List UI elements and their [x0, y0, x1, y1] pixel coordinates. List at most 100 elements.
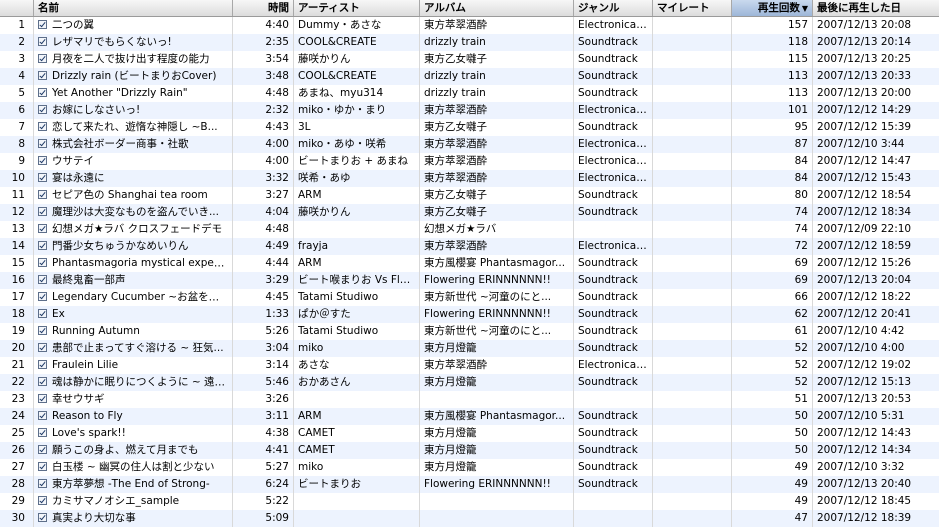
table-row[interactable]: 3 月夜を二人で抜け出す程度の能力 3:54 藤咲かりん 東方乙女囃子 Soundtrac… [0, 51, 939, 68]
column-header-artist[interactable]: アーティスト [294, 0, 420, 16]
track-rating[interactable] [653, 187, 732, 204]
table-row[interactable]: 19 Running Autumn 5:26 Tatami Studiwo 東方新世代 … [0, 323, 939, 340]
checkbox-icon[interactable] [38, 139, 47, 148]
checkbox-icon[interactable] [38, 275, 47, 284]
track-rating[interactable] [653, 476, 732, 493]
track-rating[interactable] [653, 170, 732, 187]
table-row[interactable]: 26 願うこの身よ、燃えて月までも 4:41 CAMET 東方月燈籠 Soundtrack… [0, 442, 939, 459]
track-rating[interactable] [653, 289, 732, 306]
table-row[interactable]: 28 東方萃夢想 -The End of Strong- 6:24 ビートまりお Flo… [0, 476, 939, 493]
checkbox-icon[interactable] [38, 479, 47, 488]
checkbox-icon[interactable] [38, 156, 47, 165]
checkbox-icon[interactable] [38, 496, 47, 505]
track-rating[interactable] [653, 425, 732, 442]
checkbox-icon[interactable] [38, 54, 47, 63]
track-rating[interactable] [653, 238, 732, 255]
checkbox-icon[interactable] [38, 394, 47, 403]
checkbox-icon[interactable] [38, 428, 47, 437]
checkbox-icon[interactable] [38, 20, 47, 29]
track-rating[interactable] [653, 204, 732, 221]
track-rating[interactable] [653, 357, 732, 374]
checkbox-icon[interactable] [38, 326, 47, 335]
table-row[interactable]: 15 Phantasmagoria mystical expectat... 4:4… [0, 255, 939, 272]
checkbox-icon[interactable] [38, 207, 47, 216]
table-row[interactable]: 14 門番少女ちゅうかなめいりん 4:49 frayja 東方萃翠酒酔 Electroni… [0, 238, 939, 255]
table-row[interactable]: 7 恋して来たれ、遊惰な神隠し ~B... 4:43 3L 東方乙女囃子 Soundtra… [0, 119, 939, 136]
track-rating[interactable] [653, 68, 732, 85]
column-header-number[interactable] [0, 0, 34, 16]
column-header-rating[interactable]: マイレート [653, 0, 732, 16]
checkbox-icon[interactable] [38, 292, 47, 301]
table-row[interactable]: 8 株式会社ボーダー商事・社歌 4:00 miko・あゆ・咲希 東方萃翠酒酔 Electr… [0, 136, 939, 153]
table-row[interactable]: 13 幻想メガ★ラバ クロスフェードデモ 4:48 幻想メガ★ラバ 74 2007/12/… [0, 221, 939, 238]
table-row[interactable]: 23 幸せウサギ 3:26 51 2007/12/13 20:53 [0, 391, 939, 408]
table-row[interactable]: 9 ウサテイ 4:00 ビートまりお + あまね 東方萃翠酒酔 Electronica/.… [0, 153, 939, 170]
track-rating[interactable] [653, 374, 732, 391]
track-rating[interactable] [653, 306, 732, 323]
track-rating[interactable] [653, 442, 732, 459]
table-row[interactable]: 30 真実より大切な事 5:09 47 2007/12/12 18:39 [0, 510, 939, 527]
checkbox-icon[interactable] [38, 37, 47, 46]
checkbox-icon[interactable] [38, 71, 47, 80]
checkbox-icon[interactable] [38, 343, 47, 352]
track-rating[interactable] [653, 34, 732, 51]
checkbox-icon[interactable] [38, 309, 47, 318]
checkbox-icon[interactable] [38, 224, 47, 233]
table-row[interactable]: 29 カミサマノオシエ_sample 5:22 49 2007/12/12 18:45 [0, 493, 939, 510]
table-row[interactable]: 10 宴は永遠に 3:32 咲希・あゆ 東方萃翠酒酔 Electronica/... 84 2… [0, 170, 939, 187]
track-rating[interactable] [653, 51, 732, 68]
track-rating[interactable] [653, 459, 732, 476]
track-rating[interactable] [653, 493, 732, 510]
checkbox-icon[interactable] [38, 258, 47, 267]
table-row[interactable]: 24 Reason to Fly 3:11 ARM 東方風櫻宴 Phantasmagor… [0, 408, 939, 425]
checkbox-icon[interactable] [38, 462, 47, 471]
track-rating[interactable] [653, 119, 732, 136]
checkbox-icon[interactable] [38, 241, 47, 250]
table-row[interactable]: 5 Yet Another "Drizzly Rain" 4:48 あまね、myu31… [0, 85, 939, 102]
table-row[interactable]: 21 Fraulein Lilie 3:14 あさな 東方萃翠酒酔 Electronica… [0, 357, 939, 374]
checkbox-icon[interactable] [38, 190, 47, 199]
table-row[interactable]: 1 二つの翼 4:40 Dummy・あさな 東方萃翠酒酔 Electronica/... 1… [0, 17, 939, 34]
checkbox-icon[interactable] [38, 105, 47, 114]
track-rating[interactable] [653, 408, 732, 425]
track-rating[interactable] [653, 153, 732, 170]
checkbox-icon[interactable] [38, 513, 47, 522]
track-rating[interactable] [653, 255, 732, 272]
column-header-time[interactable]: 時間 [233, 0, 294, 16]
checkbox-icon[interactable] [38, 88, 47, 97]
checkbox-icon[interactable] [38, 360, 47, 369]
track-artist: CAMET [294, 442, 420, 459]
table-row[interactable]: 22 魂は静かに眠りにつくように ~ 遠野... 5:46 おかあさん 東方月燈籠 Sou… [0, 374, 939, 391]
track-rating[interactable] [653, 17, 732, 34]
track-rating[interactable] [653, 102, 732, 119]
checkbox-icon[interactable] [38, 173, 47, 182]
table-row[interactable]: 25 Love's spark!! 4:38 CAMET 東方月燈籠 Soundtrack… [0, 425, 939, 442]
checkbox-icon[interactable] [38, 377, 47, 386]
track-rating[interactable] [653, 391, 732, 408]
table-row[interactable]: 6 お嫁にしなさいっ! 2:32 miko・ゆか・まり 東方萃翠酒酔 Electronic… [0, 102, 939, 119]
track-rating[interactable] [653, 136, 732, 153]
track-rating[interactable] [653, 323, 732, 340]
column-header-play-count[interactable]: 再生回数 ▼ [732, 0, 813, 16]
track-rating[interactable] [653, 510, 732, 527]
table-row[interactable]: 27 白玉楼 ~ 幽冥の住人は割と少ない 5:27 miko 東方月燈籠 Soundtra… [0, 459, 939, 476]
column-header-genre[interactable]: ジャンル [574, 0, 653, 16]
track-rating[interactable] [653, 85, 732, 102]
table-row[interactable]: 12 魔理沙は大変なものを盗んでいき... 4:04 藤咲かりん 東方乙女囃子 Sound… [0, 204, 939, 221]
column-header-name[interactable]: 名前 [34, 0, 233, 16]
checkbox-icon[interactable] [38, 445, 47, 454]
table-row[interactable]: 17 Legendary Cucumber ~お盆を過... 4:45 Tatami … [0, 289, 939, 306]
table-row[interactable]: 2 レザマリでもらくないっ! 2:35 COOL&CREATE drizzly trai… [0, 34, 939, 51]
table-row[interactable]: 4 Drizzly rain (ビートまりおCover) 3:48 COOL&CREA… [0, 68, 939, 85]
track-rating[interactable] [653, 221, 732, 238]
table-row[interactable]: 20 患部で止まってすぐ溶ける ~ 狂気... 3:04 miko 東方月燈籠 Sound… [0, 340, 939, 357]
column-header-last-played[interactable]: 最後に再生した日 [813, 0, 939, 16]
track-rating[interactable] [653, 272, 732, 289]
table-row[interactable]: 18 Ex 1:33 ぱか＠すた Flowering ERINNNNNN!! Soundt… [0, 306, 939, 323]
track-rating[interactable] [653, 340, 732, 357]
checkbox-icon[interactable] [38, 411, 47, 420]
table-row[interactable]: 16 最終鬼畜一部声 3:29 ビート喉まりお Vs Flo... Flowering … [0, 272, 939, 289]
table-row[interactable]: 11 セピア色の Shanghai tea room 3:27 ARM 東方乙女囃子 So… [0, 187, 939, 204]
column-header-album[interactable]: アルバム [420, 0, 574, 16]
checkbox-icon[interactable] [38, 122, 47, 131]
